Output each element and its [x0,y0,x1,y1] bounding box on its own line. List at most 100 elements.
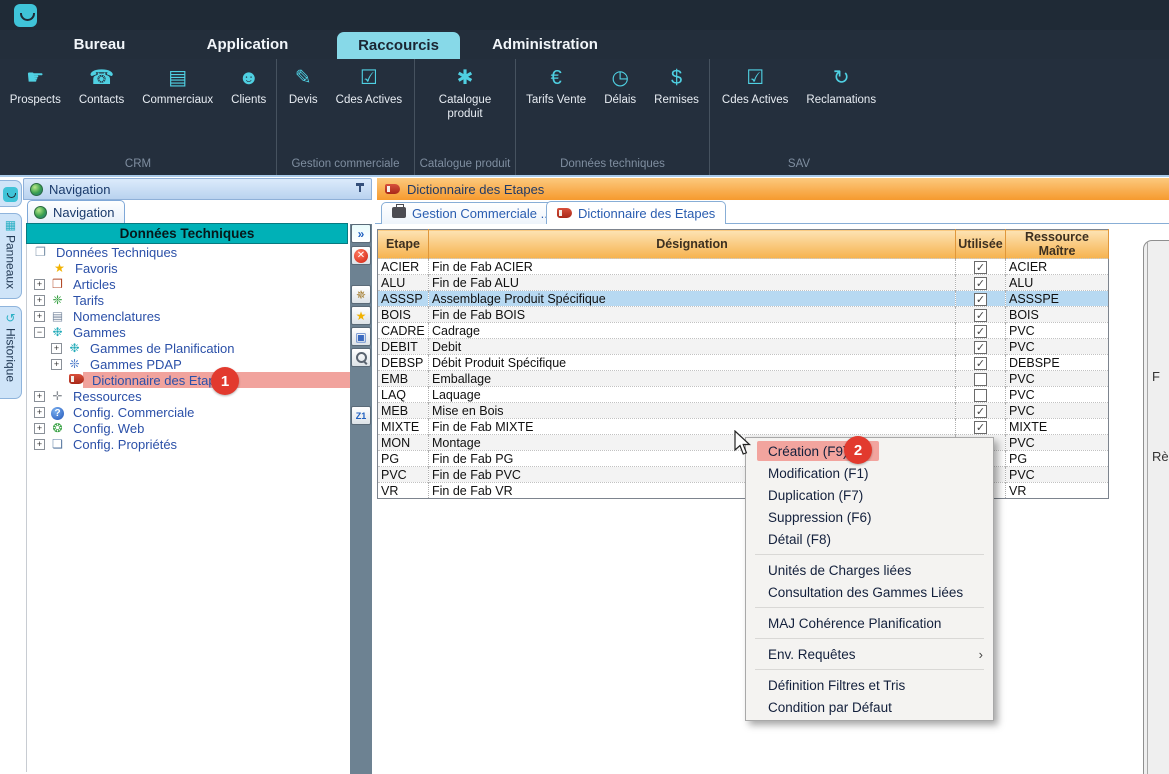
menu-item-d-finition-filtres-et-tris[interactable]: Définition Filtres et Tris [746,674,993,696]
table-row[interactable]: LAQLaquagePVC [378,387,1109,403]
tree-item-config-web[interactable]: +❂Config. Web [27,420,348,436]
briefcase-icon: ▤ [168,66,187,92]
menu-item-duplication-f7-[interactable]: Duplication (F7) [746,484,993,506]
checkbox-icon[interactable]: ✓ [974,325,987,338]
tree-section-header[interactable]: Données Techniques [26,223,348,244]
table-row[interactable]: PVCFin de Fab PVCPVC [378,467,1109,483]
menu-tab-administration[interactable]: Administration [460,30,630,59]
favorites-button[interactable]: ★ [351,306,371,325]
ribbon-button-contacts[interactable]: ☎Contacts [71,66,132,158]
checkbox-icon[interactable]: ✓ [974,293,987,306]
checkbox-icon[interactable]: ✓ [974,421,987,434]
table-row[interactable]: ACIERFin de Fab ACIER✓ACIER [378,259,1109,275]
ribbon-button-délais[interactable]: ◷Délais [596,66,644,158]
cell-ressource-maitre: BOIS [1006,307,1109,323]
table-row[interactable]: EMBEmballagePVC [378,371,1109,387]
table-row[interactable]: ALUFin de Fab ALU✓ALU [378,275,1109,291]
ribbon-button-label: Cdes Actives [722,93,788,107]
plan-button[interactable]: ✵ [351,285,371,304]
tree-expander[interactable]: + [34,439,45,450]
tree-item-tarifs[interactable]: +❈Tarifs [27,292,348,308]
ribbon-button-remises[interactable]: $Remises [646,66,707,158]
checkbox-icon[interactable]: ✓ [974,309,987,322]
ribbon-button-prospects[interactable]: ☛Prospects [2,66,69,158]
checkbox-icon[interactable]: ✓ [974,261,987,274]
column-header-etape[interactable]: Etape [378,230,429,259]
collapse-chevrons-button[interactable]: » [351,224,371,243]
tree-item-config-propriétés[interactable]: +❏Config. Propriétés [27,436,348,452]
ribbon-button-catalogue-produit[interactable]: ✱Catalogue produit [419,66,511,158]
checkbox-icon[interactable]: ✓ [974,357,987,370]
tree-expander[interactable]: + [34,407,45,418]
search-button[interactable] [351,348,371,367]
tree-item-articles[interactable]: +❒Articles [27,276,348,292]
tree-item-dictionnaire-des-etapes[interactable]: Dictionnaire des Etapes [27,372,348,388]
detail-panel-label: Rè [1152,449,1169,464]
menu-tab-raccourcis[interactable]: Raccourcis [337,32,460,59]
checkbox-icon[interactable]: ✓ [974,405,987,418]
dock-tab-historique[interactable]: ↺Historique [0,306,22,399]
tree-expander[interactable]: + [34,391,45,402]
ribbon-button-cdes-actives[interactable]: ☑Cdes Actives [714,66,796,158]
checkbox-icon[interactable]: ✓ [974,277,987,290]
tree-expander[interactable]: + [34,279,45,290]
checkbox-icon[interactable] [974,373,987,386]
menu-item-d-tail-f8-[interactable]: Détail (F8) [746,528,993,550]
menu-item-consultation-des-gammes-li-es[interactable]: Consultation des Gammes Liées [746,581,993,603]
tree-expander[interactable]: + [34,423,45,434]
drive-icon: ❏ [49,437,66,451]
ribbon-button-commerciaux[interactable]: ▤Commerciaux [134,66,221,158]
checkbox-icon[interactable]: ✓ [974,341,987,354]
column-header-ressource-maître[interactable]: Ressource Maître [1006,230,1109,259]
tree-item-gammes-pdap[interactable]: +❊Gammes PDAP [27,356,348,372]
ribbon-button-cdes-actives[interactable]: ☑Cdes Actives [328,66,410,158]
menu-item-condition-par-d-faut[interactable]: Condition par Défaut [746,696,993,718]
tree-item-favoris[interactable]: ★Favoris [27,260,348,276]
table-row[interactable]: BOISFin de Fab BOIS✓BOIS [378,307,1109,323]
close-button[interactable]: ✕ [351,246,371,265]
column-header-désignation[interactable]: Désignation [429,230,956,259]
ribbon-button-devis[interactable]: ✎Devis [281,66,326,158]
column-header-utilisée[interactable]: Utilisée [956,230,1006,259]
tree-expander[interactable]: − [34,327,45,338]
tree-item-config-commerciale[interactable]: +?Config. Commerciale [27,404,348,420]
document-tab-active[interactable]: Dictionnaire des Etapes [546,201,726,224]
table-row[interactable]: CADRECadrage✓PVC [378,323,1109,339]
navigation-tab[interactable]: Navigation [27,200,125,223]
document-tab-label: Dictionnaire des Etapes [578,206,715,221]
menu-item-suppression-f6-[interactable]: Suppression (F6) [746,506,993,528]
menu-tab-bureau[interactable]: Bureau [42,30,157,59]
ribbon-button-tarifs-vente[interactable]: €Tarifs Vente [518,66,594,158]
pin-icon[interactable] [354,183,365,196]
table-row[interactable]: DEBITDebit✓PVC [378,339,1109,355]
tree-expander[interactable]: + [34,295,45,306]
dock-tab-panneaux[interactable]: ▦Panneaux [0,213,22,299]
tree-item-gammes-de-planification[interactable]: +❉Gammes de Planification [27,340,348,356]
zoom-button[interactable]: Z1 [351,406,371,425]
tree-expander[interactable]: + [51,359,62,370]
checkbox-icon[interactable] [974,389,987,402]
menu-tab-application[interactable]: Application [170,30,325,59]
menu-item-maj-coh-rence-planification[interactable]: MAJ Cohérence Planification [746,612,993,634]
screen-button[interactable]: ▣ [351,327,371,346]
table-row[interactable]: ASSSPAssemblage Produit Spécifique✓ASSSP… [378,291,1109,307]
tree-item-ressources[interactable]: +✛Ressources [27,388,348,404]
table-row[interactable]: MEBMise en Bois✓PVC [378,403,1109,419]
menu-item-modification-f1-[interactable]: Modification (F1) [746,462,993,484]
cell-etape: DEBIT [378,339,429,355]
dock-tab-logo[interactable] [0,180,22,207]
ribbon-button-reclamations[interactable]: ↻Reclamations [798,66,884,158]
tree-item-label: Données Techniques [53,245,180,260]
tree-item-gammes[interactable]: −❉Gammes [27,324,348,340]
document-tab-inactive[interactable]: Gestion Commerciale ... [381,202,562,224]
tree-item-nomenclatures[interactable]: +▤Nomenclatures [27,308,348,324]
tree-item-données-techniques[interactable]: ❐Données Techniques [27,244,348,260]
ribbon-button-clients[interactable]: ☻Clients [223,66,274,158]
menu-item-env-requ-tes[interactable]: Env. Requêtes› [746,643,993,665]
tree-expander[interactable]: + [34,311,45,322]
table-row[interactable]: DEBSPDébit Produit Spécifique✓DEBSPE [378,355,1109,371]
tree-expander[interactable]: + [51,343,62,354]
table-row[interactable]: VRFin de Fab VRVR [378,483,1109,499]
menu-item-label: Duplication (F7) [768,488,863,503]
menu-item-unit-s-de-charges-li-es[interactable]: Unités de Charges liées [746,559,993,581]
